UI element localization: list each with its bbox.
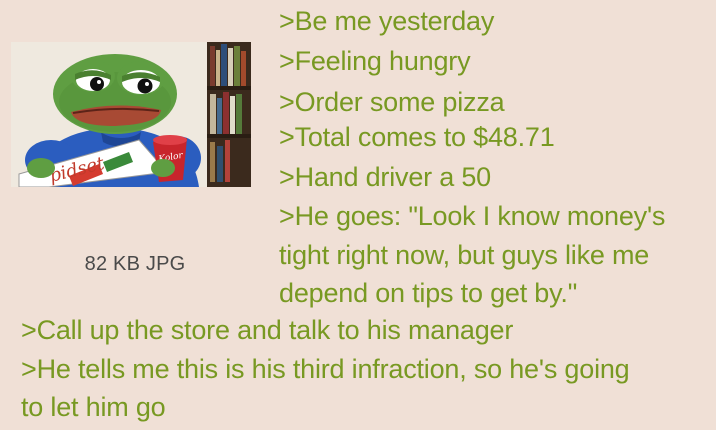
- pepe-pizza-illustration: pidset Kolor: [11, 42, 251, 187]
- greentext-line: >He tells me this is his third infractio…: [21, 354, 630, 384]
- greentext-line: >Total comes to $48.71: [279, 122, 555, 152]
- greentext-line: >Call up the store and talk to his manag…: [21, 315, 514, 345]
- greentext-line: to let him go: [21, 392, 166, 422]
- file-info: 82 KB JPG: [84, 253, 186, 275]
- greentext-line: tight right now, but guys like me: [279, 240, 650, 270]
- post-image-thumbnail[interactable]: pidset Kolor: [11, 42, 251, 187]
- greentext-line: depend on tips to get by.": [279, 278, 578, 308]
- greentext-line: >He goes: "Look I know money's: [279, 201, 666, 231]
- red-cup: Kolor: [151, 135, 187, 182]
- greentext-line: >Feeling hungry: [279, 46, 471, 76]
- pepe-head: [53, 54, 177, 134]
- greentext-line: >Hand driver a 50: [279, 162, 491, 192]
- bookshelf-background: [207, 42, 251, 187]
- greentext-line: >Order some pizza: [279, 87, 505, 117]
- greentext-line: >Be me yesterday: [279, 6, 495, 36]
